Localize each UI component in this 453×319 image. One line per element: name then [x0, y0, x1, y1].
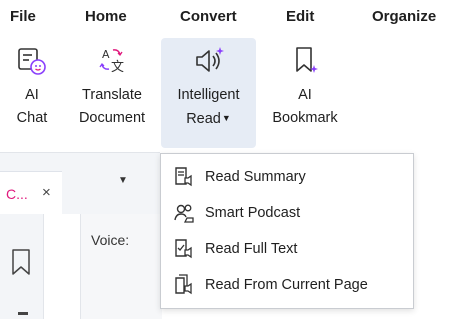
dropdown-caret-icon[interactable]: ▼	[222, 113, 231, 123]
smart-podcast-label: Smart Podcast	[205, 205, 301, 221]
left-sidebar	[0, 214, 44, 319]
translate-label-line2: Document	[78, 110, 146, 126]
read-from-current-page-icon	[171, 274, 197, 296]
read-from-current-page-label: Read From Current Page	[205, 277, 368, 293]
menu-organize[interactable]: Organize	[372, 8, 436, 25]
translate-document-button[interactable]: A 文 Translate Document	[68, 38, 156, 148]
ai-chat-icon	[12, 38, 52, 84]
ai-bookmark-label-line2: Bookmark	[272, 110, 338, 126]
document-tab[interactable]: C... ×	[0, 171, 62, 215]
ai-chat-label-line1: AI	[25, 87, 39, 103]
intelligent-read-button[interactable]: Intelligent Read▼	[161, 38, 256, 148]
intelligent-read-label-line2: Read▼	[186, 111, 231, 127]
close-icon[interactable]: ×	[42, 184, 51, 201]
read-full-text-label: Read Full Text	[205, 241, 298, 257]
menu-edit[interactable]: Edit	[286, 8, 314, 25]
chevron-down-icon[interactable]: ▼	[118, 175, 128, 186]
ai-bookmark-icon	[285, 38, 325, 84]
ai-bookmark-button[interactable]: AI Bookmark	[260, 38, 350, 148]
menu-home[interactable]: Home	[85, 8, 127, 25]
read-summary-label: Read Summary	[205, 169, 306, 185]
intelligent-read-dropdown: Read Summary Smart Podcast Read Full Tex…	[160, 153, 414, 309]
svg-text:A: A	[102, 48, 110, 61]
read-full-text-item[interactable]: Read Full Text	[165, 232, 411, 266]
ai-chat-button[interactable]: AI Chat	[2, 38, 62, 148]
svg-text:文: 文	[111, 60, 124, 75]
ribbon: AI Chat A 文 Translate Document Intellige…	[0, 34, 453, 152]
voice-label: Voice:	[91, 232, 130, 248]
document-tab-strip: C... × ▼	[0, 152, 160, 215]
intelligent-read-icon	[189, 38, 229, 84]
read-full-text-icon	[171, 238, 197, 260]
bookmark-icon[interactable]	[10, 248, 32, 281]
translate-label-line1: Translate	[82, 87, 142, 103]
read-summary-item[interactable]: Read Summary	[165, 160, 411, 194]
intelligent-read-label-line1: Intelligent	[177, 87, 240, 103]
document-tab-label: C...	[6, 186, 28, 202]
sidebar-next-icon[interactable]	[18, 312, 28, 315]
read-summary-icon	[171, 166, 197, 188]
read-from-current-page-item[interactable]: Read From Current Page	[165, 268, 411, 302]
read-panel: Voice:	[80, 214, 162, 319]
menu-bar: File Home Convert Edit Organize	[0, 0, 453, 34]
menu-convert[interactable]: Convert	[180, 8, 237, 25]
smart-podcast-icon	[171, 202, 197, 224]
ai-chat-label-line2: Chat	[16, 110, 48, 126]
smart-podcast-item[interactable]: Smart Podcast	[165, 196, 411, 230]
menu-file[interactable]: File	[10, 8, 36, 25]
ai-bookmark-label-line1: AI	[298, 87, 312, 103]
translate-icon: A 文	[92, 38, 132, 84]
